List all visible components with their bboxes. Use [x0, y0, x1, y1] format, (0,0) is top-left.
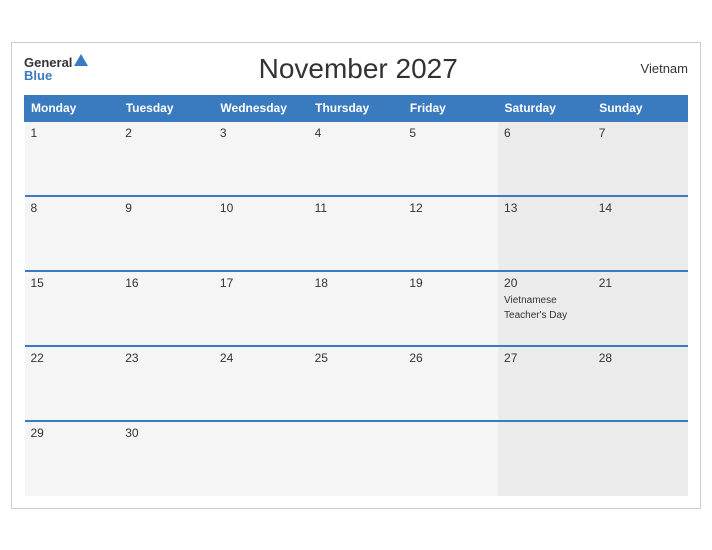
day-cell-4-2 [214, 421, 309, 496]
day-number-3: 3 [220, 126, 303, 140]
day-cell-0-3: 4 [309, 121, 404, 196]
day-number-6: 6 [504, 126, 587, 140]
weekday-header-thursday: Thursday [309, 95, 404, 121]
event-text-20: Vietnamese Teacher's Day [504, 295, 567, 321]
weekday-header-monday: Monday [25, 95, 120, 121]
day-cell-3-3: 25 [309, 346, 404, 421]
day-cell-1-3: 11 [309, 196, 404, 271]
day-cell-1-2: 10 [214, 196, 309, 271]
day-number-25: 25 [315, 351, 398, 365]
day-number-21: 21 [599, 276, 682, 290]
day-number-12: 12 [409, 201, 492, 215]
day-number-10: 10 [220, 201, 303, 215]
day-cell-2-0: 15 [25, 271, 120, 346]
calendar-thead: MondayTuesdayWednesdayThursdayFridaySatu… [25, 95, 688, 121]
calendar-title: November 2027 [88, 53, 628, 85]
day-cell-1-0: 8 [25, 196, 120, 271]
week-row-4: 29 30 [25, 421, 688, 496]
day-cell-0-4: 5 [403, 121, 498, 196]
weekday-header-sunday: Sunday [593, 95, 688, 121]
logo-triangle-icon [74, 54, 88, 66]
day-cell-2-1: 16 [119, 271, 214, 346]
day-cell-4-5 [498, 421, 593, 496]
week-row-0: 1234567 [25, 121, 688, 196]
day-number-5: 5 [409, 126, 492, 140]
day-number-16: 16 [125, 276, 208, 290]
day-cell-1-4: 12 [403, 196, 498, 271]
day-number-1: 1 [31, 126, 114, 140]
day-cell-0-5: 6 [498, 121, 593, 196]
weekday-header-row: MondayTuesdayWednesdayThursdayFridaySatu… [25, 95, 688, 121]
day-cell-2-2: 17 [214, 271, 309, 346]
day-cell-0-0: 1 [25, 121, 120, 196]
day-number-13: 13 [504, 201, 587, 215]
day-cell-1-5: 13 [498, 196, 593, 271]
logo: General Blue [24, 56, 88, 82]
week-row-3: 22 23 24 25 26 27 28 [25, 346, 688, 421]
day-number-18: 18 [315, 276, 398, 290]
weekday-header-friday: Friday [403, 95, 498, 121]
day-cell-1-1: 9 [119, 196, 214, 271]
day-cell-4-3 [309, 421, 404, 496]
day-cell-3-6: 28 [593, 346, 688, 421]
day-number-7: 7 [599, 126, 682, 140]
weekday-header-wednesday: Wednesday [214, 95, 309, 121]
day-number-30: 30 [125, 426, 208, 440]
day-cell-2-3: 18 [309, 271, 404, 346]
day-number-19: 19 [409, 276, 492, 290]
day-number-4: 4 [315, 126, 398, 140]
calendar-grid: MondayTuesdayWednesdayThursdayFridaySatu… [24, 95, 688, 496]
weekday-header-tuesday: Tuesday [119, 95, 214, 121]
day-cell-3-4: 26 [403, 346, 498, 421]
week-row-2: 15 16 17 18 19 20 Vietnamese Teacher's Day 21 [25, 271, 688, 346]
day-cell-3-0: 22 [25, 346, 120, 421]
calendar-header: General Blue November 2027 Vietnam [24, 53, 688, 85]
day-number-17: 17 [220, 276, 303, 290]
day-number-11: 11 [315, 201, 398, 215]
day-cell-0-1: 2 [119, 121, 214, 196]
calendar-tbody: 1234567891011121314151617181920Vietnames… [25, 121, 688, 496]
day-cell-3-5: 27 [498, 346, 593, 421]
day-number-27: 27 [504, 351, 587, 365]
day-cell-0-6: 7 [593, 121, 688, 196]
day-number-15: 15 [31, 276, 114, 290]
country-label: Vietnam [628, 61, 688, 76]
day-cell-2-4: 19 [403, 271, 498, 346]
day-number-23: 23 [125, 351, 208, 365]
logo-general-text: General [24, 56, 72, 69]
day-cell-2-5: 20 Vietnamese Teacher's Day [498, 271, 593, 346]
day-cell-0-2: 3 [214, 121, 309, 196]
day-number-24: 24 [220, 351, 303, 365]
day-number-9: 9 [125, 201, 208, 215]
day-number-28: 28 [599, 351, 682, 365]
day-cell-4-4 [403, 421, 498, 496]
day-number-26: 26 [409, 351, 492, 365]
day-cell-2-6: 21 [593, 271, 688, 346]
day-cell-3-2: 24 [214, 346, 309, 421]
day-cell-4-6 [593, 421, 688, 496]
day-number-29: 29 [31, 426, 114, 440]
week-row-1: 89 10 11 12 13 14 [25, 196, 688, 271]
day-cell-3-1: 23 [119, 346, 214, 421]
weekday-header-saturday: Saturday [498, 95, 593, 121]
day-number-22: 22 [31, 351, 114, 365]
calendar-wrapper: General Blue November 2027 Vietnam Monda… [11, 42, 701, 509]
day-number-8: 8 [31, 201, 114, 215]
day-number-14: 14 [599, 201, 682, 215]
logo-blue-text: Blue [24, 69, 52, 82]
day-cell-4-1: 30 [119, 421, 214, 496]
day-number-2: 2 [125, 126, 208, 140]
day-cell-4-0: 29 [25, 421, 120, 496]
day-cell-1-6: 14 [593, 196, 688, 271]
day-number-20: 20 [504, 276, 587, 290]
